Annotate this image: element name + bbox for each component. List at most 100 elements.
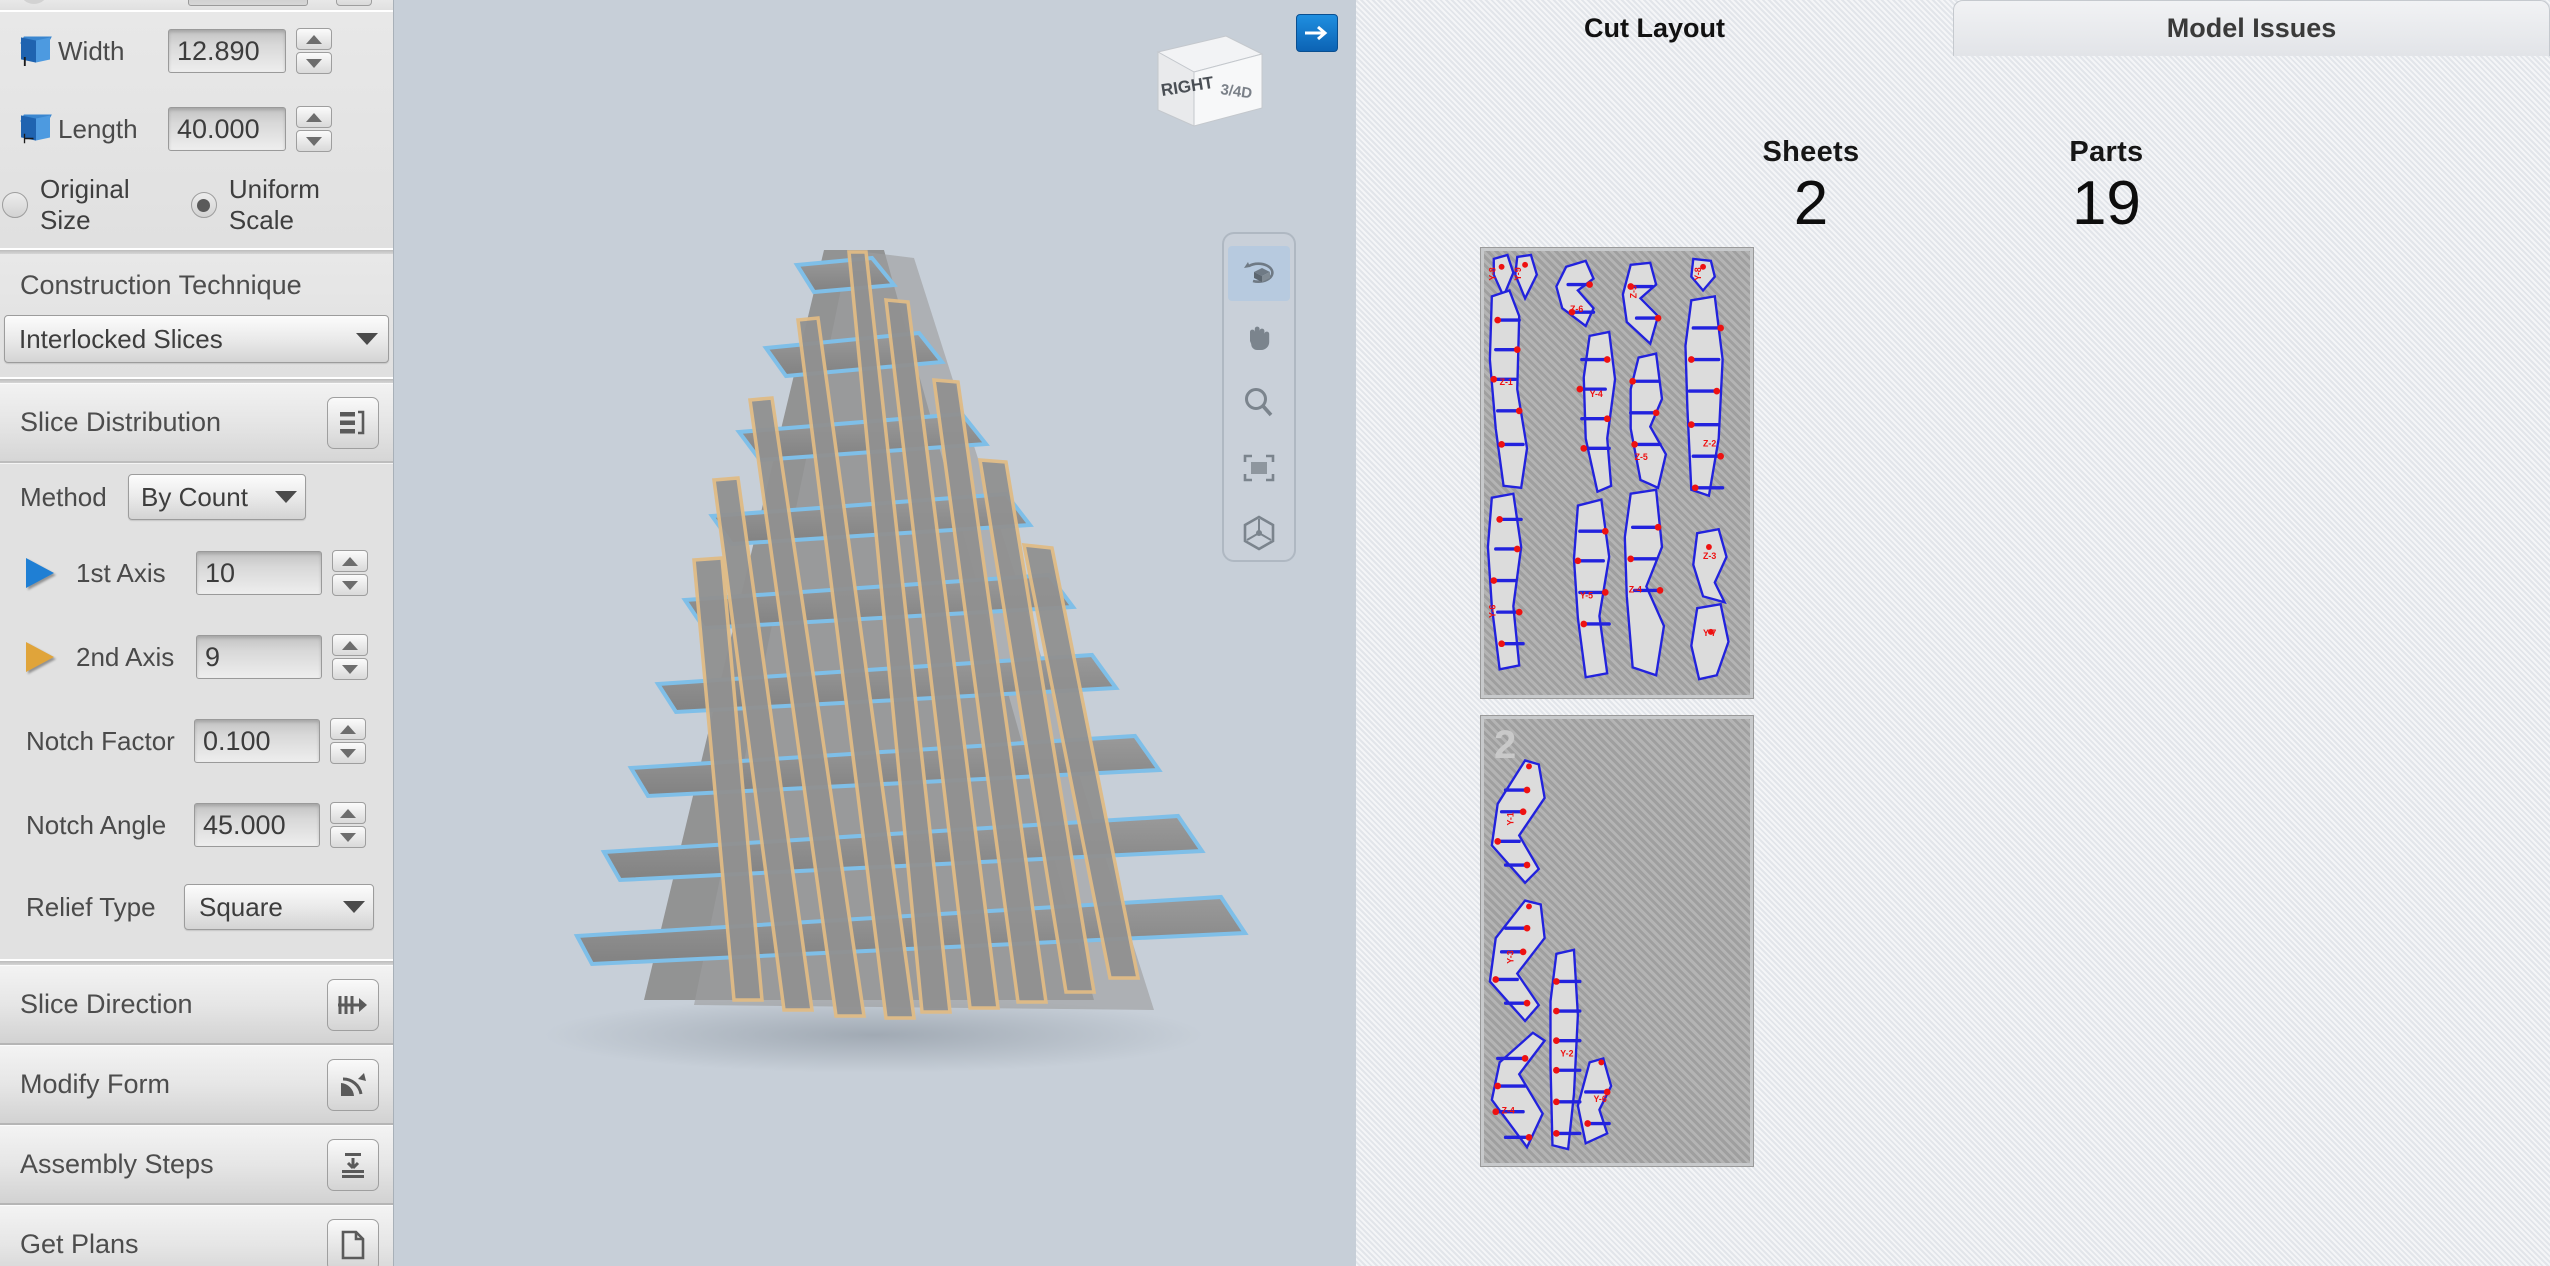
parts-stat: Parts 19 [2069,136,2143,236]
sheets-label: Sheets [1762,136,1860,168]
notch-factor-input[interactable]: 0.100 [194,719,320,763]
tab-cut-layout[interactable]: Cut Layout [1356,0,1953,56]
viewport-navigation-toolbar [1222,232,1296,562]
part-label: Y-6 [1488,605,1498,618]
construction-technique-label: Construction Technique [20,270,302,300]
relief-type-label: Relief Type [26,891,156,922]
slice-distribution-icon[interactable] [327,396,379,449]
original-size-label: Original Size [40,174,130,235]
axis-2-row: 2nd Axis 9 [0,615,393,699]
hand-icon [1250,326,1270,351]
notch-angle-label: Notch Angle [26,809,167,840]
scale-mode-radio-group: Original Size Uniform Scale [0,168,393,242]
notch-angle-stepper-up[interactable] [330,802,366,824]
pan-tool[interactable] [1228,311,1290,366]
tab-model-issues-label: Model Issues [2166,13,2337,43]
notch-factor-stepper[interactable] [330,718,366,764]
slice-direction-label: Slice Direction [20,989,193,1019]
hex-cube-icon [1243,515,1275,551]
cut-layout-panel: Cut Layout Model Issues Sheets 2 Parts 1… [1356,0,2550,1266]
axis-1-row: 1st Axis 10 [0,531,393,615]
sidebar-item-get-plans[interactable]: Get Plans [0,1205,393,1266]
get-plans-icon[interactable] [327,1218,379,1266]
relief-type-select[interactable]: Square [184,884,374,930]
slice-direction-icon[interactable] [327,978,379,1031]
modify-form-label: Modify Form [20,1069,171,1099]
width-label: Width [58,35,125,66]
length-input[interactable]: 40.000 [168,107,286,151]
method-select[interactable]: By Count [128,474,306,520]
part-label: Y-1 [1505,812,1515,825]
sidebar-item-slice-direction[interactable]: Slice Direction [0,965,393,1045]
length-stepper-down[interactable] [296,130,332,152]
axis-1-stepper[interactable] [332,550,368,596]
orbit-icon [1244,262,1274,284]
width-stepper-up[interactable] [296,28,332,50]
axis-1-label: 1st Axis [76,557,166,588]
sidebar-item-modify-form[interactable]: Modify Form [0,1045,393,1125]
sheet-1-parts: Y-8 Y-9 Z-6 Z-5 Y-8 Z-1 Y-4 Z-5 Z-2 Y-6 … [1486,253,1730,681]
3d-viewport[interactable]: RIGHT 3/4D [394,0,1356,1266]
assembly-steps-label: Assembly Steps [20,1149,214,1179]
part-label: Y-4 [1590,389,1603,399]
axis-1-input[interactable]: 10 [196,551,322,595]
part-label: Y-6 [1594,1094,1607,1104]
sheet-thumbnail-1[interactable]: Y-8 Y-9 Z-6 Z-5 Y-8 Z-1 Y-4 Z-5 Z-2 Y-6 … [1480,247,1754,699]
width-stepper[interactable] [296,28,332,74]
axis-1-stepper-up[interactable] [332,550,368,572]
original-size-radio[interactable] [2,192,28,218]
notch-angle-stepper-down[interactable] [330,826,366,848]
slice-distribution-body: Method By Count 1st Axis 10 2nd Axis 9 N… [0,463,393,961]
sheet-thumbnail-2[interactable]: 2 Y-1 Y-3 Z-4 Y-2 Y-6 [1480,715,1754,1167]
partial-field-box[interactable] [188,0,308,6]
width-input[interactable]: 12.890 [168,29,286,73]
method-row: Method By Count [0,463,393,531]
parts-value: 19 [2071,169,2141,238]
view-cube[interactable]: RIGHT 3/4D [1142,18,1278,138]
orbit-tool[interactable] [1228,246,1290,301]
modify-form-icon[interactable] [327,1058,379,1111]
axis-2-stepper[interactable] [332,634,368,680]
sheet-2-number: 2 [1494,723,1517,767]
notch-angle-stepper[interactable] [330,802,366,848]
axis-1-stepper-down[interactable] [332,574,368,596]
zoom-tool[interactable] [1228,376,1290,431]
notch-factor-stepper-up[interactable] [330,718,366,740]
axis-2-stepper-down[interactable] [332,658,368,680]
width-stepper-down[interactable] [296,52,332,74]
uniform-scale-radio[interactable] [190,192,217,218]
assembly-steps-icon[interactable] [327,1138,379,1191]
part-label: Z-5 [1629,285,1639,298]
length-stepper[interactable] [296,106,332,152]
length-stepper-up[interactable] [296,106,332,128]
axis-2-label: 2nd Axis [76,641,175,672]
construction-technique-group: Construction Technique Interlocked Slice… [0,254,393,379]
sliced-model-render [544,250,1249,1073]
axis-2-stepper-up[interactable] [332,634,368,656]
view-presets-tool[interactable] [1228,505,1290,560]
relief-type-row: Relief Type Square [0,867,393,947]
construction-technique-select[interactable]: Interlocked Slices [4,315,389,363]
zoom-extents-tool[interactable] [1228,440,1290,495]
dimensions-group: I Width 12.890 ⊢ Length 40.000 Original … [0,12,393,250]
part-label: Y-3 [1505,950,1515,963]
expand-panel-button[interactable] [1296,14,1338,52]
sidebar-item-assembly-steps[interactable]: Assembly Steps [0,1125,393,1205]
layout-stats: Sheets 2 Parts 19 [1356,136,2550,236]
parts-label: Parts [2069,136,2144,168]
cube-length-icon: ⊢ [14,113,58,146]
method-value: By Count [141,481,248,512]
tab-model-issues[interactable]: Model Issues [1953,0,2550,56]
axis-2-input[interactable]: 9 [196,635,322,679]
left-parameters-panel: I Width 12.890 ⊢ Length 40.000 Original … [0,0,394,1266]
width-row: I Width 12.890 [0,12,393,90]
method-label: Method [20,481,107,512]
notch-angle-input[interactable]: 45.000 [194,803,320,847]
notch-factor-stepper-down[interactable] [330,742,366,764]
partial-stepper-down[interactable] [336,0,372,6]
slice-distribution-header[interactable]: Slice Distribution [0,383,393,463]
axis-2-marker-icon [26,642,54,672]
part-label: Z-4 [1629,584,1642,594]
axis-1-marker-icon [26,558,54,588]
part-label: Y-8 [1693,267,1703,280]
